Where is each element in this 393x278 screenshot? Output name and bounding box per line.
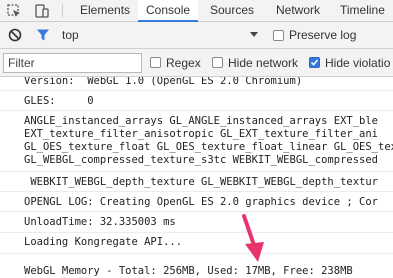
console-message: OPENGL LOG: Creating OpenGL ES 2.0 graph… xyxy=(0,192,393,212)
filter-input[interactable] xyxy=(3,53,142,73)
tab-separator xyxy=(62,4,63,18)
regex-label: Regex xyxy=(166,56,201,70)
console-message: Loading Kongregate API... xyxy=(0,233,393,254)
console-line: EXT_texture_filter_anisotropic GL_EXT_te… xyxy=(24,128,379,140)
tab-sources[interactable]: Sources xyxy=(210,0,254,21)
inspect-element-icon[interactable] xyxy=(6,3,22,19)
console-toolbar: top Preserve log xyxy=(0,22,393,49)
console-message: Version: WebGL 1.0 (OpenGL ES 2.0 Chromi… xyxy=(0,77,393,91)
console-line: GL_OES_texture_float GL_OES_texture_floa… xyxy=(24,141,393,153)
tab-elements[interactable]: Elements xyxy=(80,0,130,21)
context-dropdown-icon[interactable] xyxy=(250,32,258,38)
console-output: Version: WebGL 1.0 (OpenGL ES 2.0 Chromi… xyxy=(0,77,393,278)
filter-icon[interactable] xyxy=(36,28,50,42)
console-message: WebGL Memory - Total: 256MB, Used: 17MB,… xyxy=(0,254,393,278)
checkmark-icon xyxy=(310,59,319,66)
hide-network-label: Hide network xyxy=(228,56,299,70)
console-line: WEBKIT_WEBGL_depth_texture GL_WEBKIT_WEB… xyxy=(24,176,379,188)
clear-console-icon[interactable] xyxy=(8,28,22,42)
tab-network[interactable]: Network xyxy=(276,0,320,21)
context-selector[interactable]: top xyxy=(62,28,79,42)
hide-violations-checkbox[interactable] xyxy=(309,57,320,68)
filter-toolbar: Regex Hide network Hide violatio xyxy=(0,49,393,77)
console-line: GL_WEBGL_compressed_texture_s3tc WEBKIT_… xyxy=(24,154,379,166)
device-toolbar-icon[interactable] xyxy=(34,3,50,19)
devtools-tabbar: Elements Console Sources Network Timelin… xyxy=(0,0,393,22)
tab-timeline[interactable]: Timeline xyxy=(340,0,385,21)
hide-network-checkbox[interactable] xyxy=(212,57,223,68)
console-line: OPENGL LOG: Creating OpenGL ES 2.0 graph… xyxy=(24,196,379,208)
console-line: GLES: 0 xyxy=(24,95,94,107)
tab-console[interactable]: Console xyxy=(138,0,199,22)
console-line: ANGLE_instanced_arrays GL_ANGLE_instance… xyxy=(24,115,379,127)
console-line: WebGL Memory - Total: 256MB, Used: 17MB,… xyxy=(24,265,353,277)
console-message: UnloadTime: 32.335003 ms xyxy=(0,212,393,233)
regex-checkbox[interactable] xyxy=(150,57,161,68)
annotation-arrow-icon xyxy=(242,214,264,262)
console-line: Loading Kongregate API... xyxy=(24,236,183,248)
console-message: WEBKIT_WEBGL_depth_texture GL_WEBKIT_WEB… xyxy=(0,172,393,192)
preserve-log-checkbox[interactable] xyxy=(273,30,284,41)
console-line: UnloadTime: 32.335003 ms xyxy=(24,216,176,228)
hide-violations-label: Hide violatio xyxy=(325,56,391,70)
console-message: ANGLE_instanced_arrays GL_ANGLE_instance… xyxy=(0,111,393,172)
console-message: GLES: 0 xyxy=(0,91,393,111)
preserve-log-label: Preserve log xyxy=(289,28,357,42)
console-line: Version: WebGL 1.0 (OpenGL ES 2.0 Chromi… xyxy=(24,77,303,87)
